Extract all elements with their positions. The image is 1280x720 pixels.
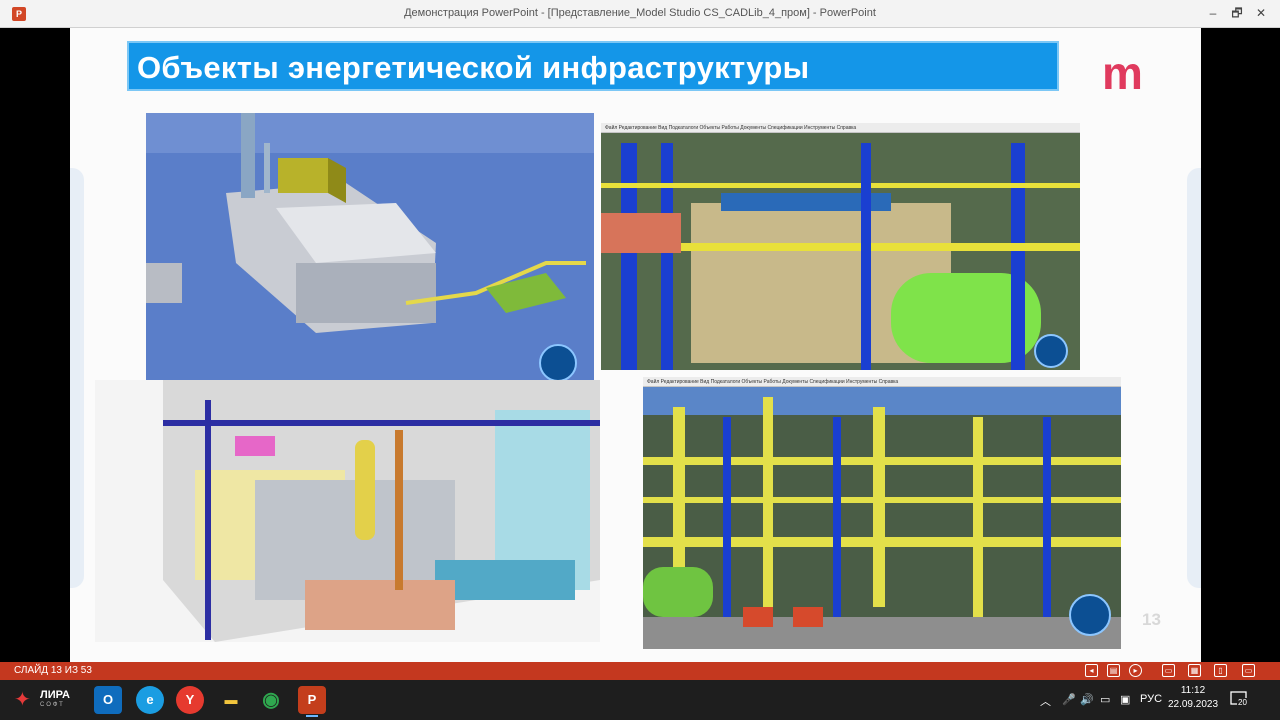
boiler-room-image: Файл Редактирование Вид Подкаталоги Объе… [601,123,1080,370]
brand-logo: m [1102,47,1143,99]
battery-icon[interactable]: ▭ [1100,693,1110,706]
powerpoint-app-icon-taskbar[interactable]: P [298,686,326,717]
slideshow-stage: Объекты энергетической инфраструктуры m [0,28,1280,662]
edge-app-icon[interactable]: e [136,686,164,714]
close-button[interactable]: ✕ [1250,4,1272,22]
notifications-count: 20 [1237,698,1248,707]
slide-decor-left [70,168,84,588]
window-title-bar: P Демонстрация PowerPoint - [Представлен… [0,0,1280,28]
speaker-icon[interactable]: 🔊 [1080,693,1094,706]
minimize-button[interactable]: – [1202,4,1224,22]
boiler-room-menu: Файл Редактирование Вид Подкаталоги Объе… [601,123,1080,133]
yandex-browser-app-icon[interactable]: Y [176,686,204,714]
clock-time: 11:12 [1180,685,1206,696]
start-button[interactable]: ✦ ЛИРА СОФТ [14,686,74,714]
slide[interactable]: Объекты энергетической инфраструктуры m [70,28,1201,662]
slide-title-box: Объекты энергетической инфраструктуры [127,41,1059,91]
slideshow-icon[interactable]: ▭ [1242,664,1255,677]
pipe-rack-menu: Файл Редактирование Вид Подкаталоги Объе… [643,377,1121,387]
reading-view-icon[interactable]: ▯ [1214,664,1227,677]
power-plant-aerial-image [146,113,594,380]
network-icon[interactable]: ▣ [1120,693,1130,706]
clock-date: 22.09.2023 [1167,699,1219,710]
tray-overflow-icon[interactable]: ︿ [1040,693,1051,709]
slide-page-number: 13 [1142,610,1161,629]
notifications-icon[interactable]: 20 [1230,690,1248,708]
language-indicator[interactable]: РУС [1140,693,1162,705]
microphone-icon[interactable]: 🎤 [1062,693,1076,706]
slide-counter: СЛАЙД 13 ИЗ 53 [14,665,92,676]
slide-decor-right [1187,168,1201,588]
normal-view-icon[interactable]: ▭ [1162,664,1175,677]
window-title: Демонстрация PowerPoint - [Представление… [404,7,876,19]
presenter-status-bar: СЛАЙД 13 ИЗ 53 ◂ ▤ ▸ ▭ ▦ ▯ ▭ [0,662,1280,680]
slide-sorter-icon[interactable]: ▦ [1188,664,1201,677]
lira-logo-icon: ✦ [14,689,31,711]
previous-icon[interactable]: ◂ [1085,664,1098,677]
turbine-hall-image [95,380,600,642]
outlook-app-icon[interactable]: O [94,686,122,714]
restore-button[interactable]: 🗗 [1226,4,1248,22]
taskbar: ✦ ЛИРА СОФТ O e Y ▬ ◉ P ︿ 🎤 🔊 ▭ ▣ РУС 11… [0,680,1280,720]
start-label: ЛИРА [40,689,70,701]
start-sublabel: СОФТ [40,702,65,708]
chrome-app-icon[interactable]: ◉ [257,686,285,714]
clock[interactable]: 11:12 22.09.2023 [1166,684,1220,712]
slide-menu-icon[interactable]: ▤ [1107,664,1120,677]
file-explorer-app-icon[interactable]: ▬ [217,686,245,714]
slide-title: Объекты энергетической инфраструктуры [137,50,810,85]
pipe-rack-image: Файл Редактирование Вид Подкаталоги Объе… [643,377,1121,649]
next-icon[interactable]: ▸ [1129,664,1142,677]
